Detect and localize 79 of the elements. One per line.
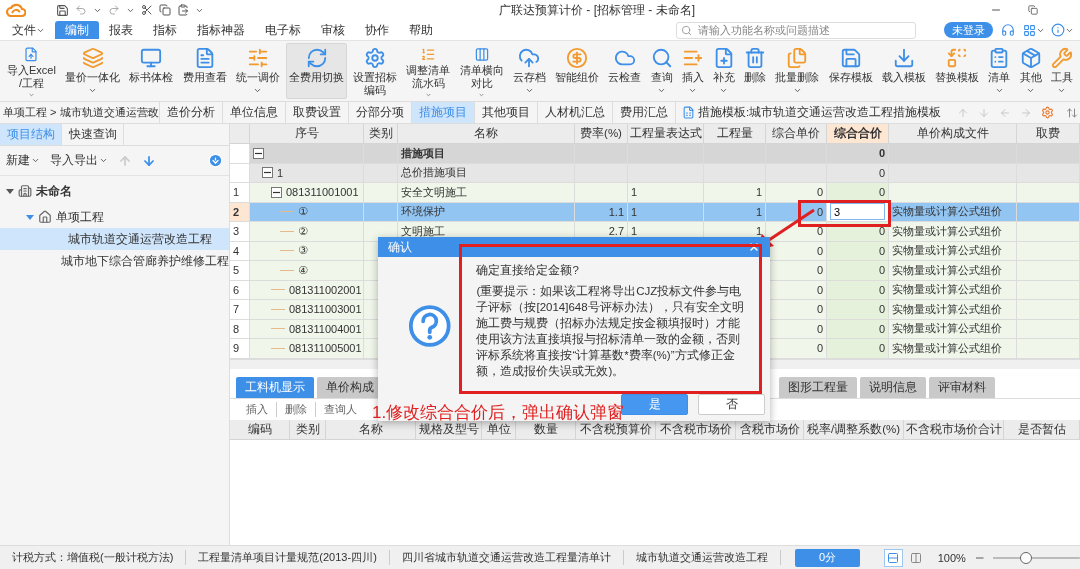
- table-cell: 081311003001: [289, 303, 362, 316]
- status-text: 城市轨道交通运营改造工程: [623, 550, 781, 565]
- table-cell: 总价措施项目: [401, 165, 467, 181]
- table-cell: 081311004001: [289, 322, 362, 335]
- table-cell: 1: [631, 186, 638, 199]
- table-cell: ④: [298, 263, 308, 277]
- table-cell: 0: [878, 283, 885, 296]
- row-number: 4: [233, 244, 240, 257]
- table-cell: 0: [816, 264, 823, 277]
- table-cell: 081311002001: [289, 283, 362, 296]
- table-cell: 0: [878, 186, 885, 199]
- tree-label: 城市地下综合管廊养护维修工程: [61, 253, 229, 269]
- column-header: 编码: [230, 419, 290, 439]
- table-cell: 1.1: [608, 205, 624, 218]
- table-cell: 0: [878, 147, 885, 160]
- row-number: 5: [233, 264, 240, 277]
- table-cell: 实物量或计算公式组价: [892, 262, 1002, 278]
- column-header: 不含税市场价合计: [904, 419, 1004, 439]
- table-cell: 实物量或计算公式组价: [892, 243, 1002, 259]
- column-header: 税率/调整系数(%): [804, 419, 904, 439]
- table-cell: 2.7: [608, 225, 624, 238]
- table-cell: 1: [755, 186, 762, 199]
- table-cell: 0: [816, 303, 823, 316]
- table-cell: 文明施工: [401, 223, 445, 239]
- table-cell: 1: [755, 205, 762, 218]
- table-cell: 实物量或计算公式组价: [892, 321, 1002, 337]
- tree-label: 未命名: [36, 183, 72, 199]
- row-number: 3: [233, 225, 240, 238]
- tree-label: 城市轨道交通运营改造工程: [68, 231, 212, 247]
- table-cell: 0: [878, 342, 885, 355]
- row-number: 7: [233, 303, 240, 316]
- table-cell: 0: [878, 225, 885, 238]
- table-cell: 0: [816, 186, 823, 199]
- table-cell: 0: [816, 283, 823, 296]
- row-number: 9: [233, 342, 240, 355]
- table-cell: 0: [878, 166, 885, 179]
- table-cell: ②: [298, 224, 308, 238]
- table-cell: 081311001001: [286, 186, 359, 199]
- table-cell: 0: [878, 244, 885, 257]
- row-number: 1: [233, 186, 240, 199]
- template-label: 措施模板:城市轨道交通运营改造工程措施模板: [698, 105, 942, 120]
- table-cell: ③: [298, 244, 308, 258]
- table-cell: 1: [631, 205, 638, 218]
- table-cell: 0: [816, 322, 823, 335]
- row-number: 6: [233, 283, 240, 296]
- table-cell: 实物量或计算公式组价: [892, 223, 1002, 239]
- table-cell: 措施项目: [401, 145, 445, 161]
- window-title: 广联达预算计价 - [招标管理 - 未命名]: [498, 1, 696, 19]
- breadcrumb: 单项工程 > 城市轨道交通运营改: [0, 102, 160, 123]
- table-cell: 1: [277, 166, 284, 179]
- row-number: 8: [233, 322, 240, 335]
- table-cell: 实物量或计算公式组价: [892, 301, 1002, 317]
- status-text: 工程量清单项目计量规范(2013-四川): [186, 550, 390, 565]
- table-cell: 0: [878, 264, 885, 277]
- dialog-message: (重要提示：如果该工程将导出CJZ投标文件参与电子评标（按[2014]648号评标办法），只有安全文明施工费与规费（招标办法规定按金额填报时）才能使用该方法直接填报与招标清单一致的金额，否则评标系统将直接按“计算基数*费率(%)”方式修正金额，造成报价失误或无效)。: [476, 284, 745, 379]
- dialog-question: 确定直接给定金额?: [476, 263, 580, 278]
- zoom-label: 100%: [937, 551, 966, 564]
- table-cell: 0: [816, 342, 823, 355]
- table-cell: 实物量或计算公式组价: [892, 282, 1002, 298]
- table-cell: ①: [298, 205, 308, 219]
- table-cell: 0: [816, 205, 823, 218]
- table-cell: 0: [878, 322, 885, 335]
- status-text: 计税方式：增值税(一般计税方法): [0, 550, 187, 565]
- table-cell: 环境保护: [401, 204, 445, 220]
- table-cell: 1: [755, 225, 762, 238]
- status-text: 四川省城市轨道交通运营改造工程量清单计: [389, 550, 624, 565]
- column-header: 类别: [290, 419, 326, 439]
- column-header: 是否暂估: [1004, 419, 1080, 439]
- row-number: 2: [233, 205, 240, 218]
- tree-label: 单项工程: [56, 209, 104, 225]
- table-cell: 实物量或计算公式组价: [892, 340, 1002, 356]
- score-badge: 0分: [794, 548, 861, 567]
- table-cell: 安全文明施工: [401, 184, 467, 200]
- table-cell: 1: [631, 225, 638, 238]
- table-cell: 实物量或计算公式组价: [892, 204, 1002, 220]
- table-cell: 0: [816, 225, 823, 238]
- table-cell: 0: [878, 303, 885, 316]
- table-cell: 0: [816, 244, 823, 257]
- table-cell: 081311005001: [289, 342, 362, 355]
